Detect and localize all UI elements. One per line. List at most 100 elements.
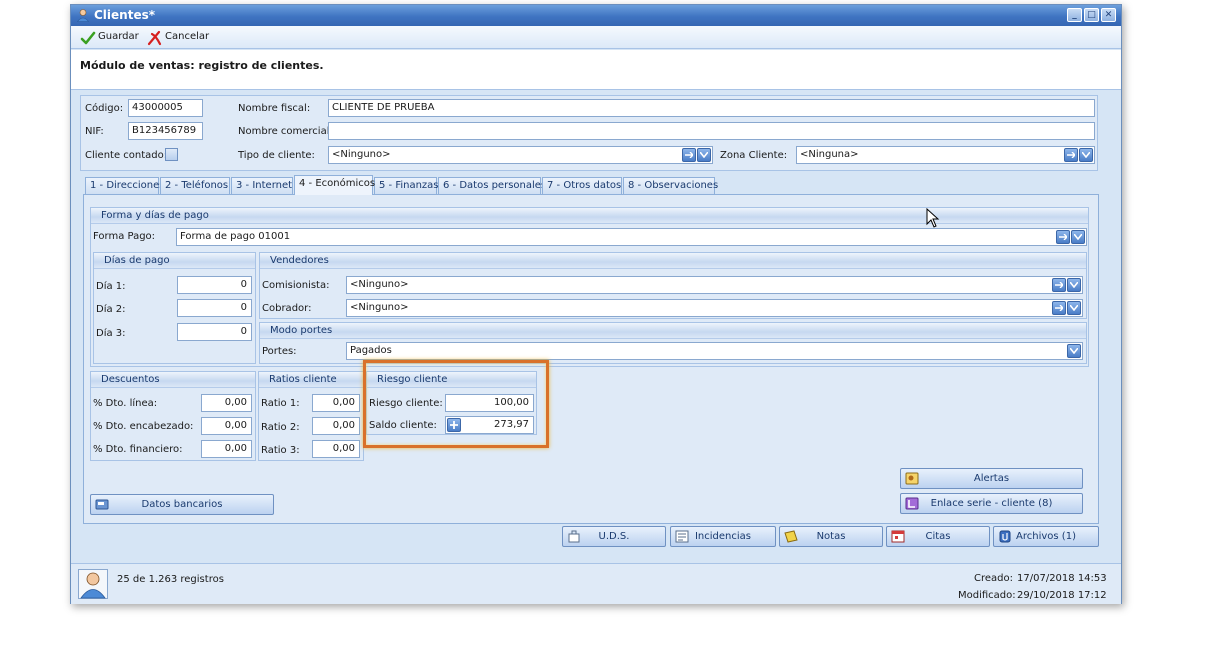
cliente-contado-checkbox[interactable] bbox=[165, 148, 178, 161]
avatar bbox=[78, 569, 108, 599]
dto-financiero-field[interactable]: 0,00 bbox=[201, 440, 252, 458]
incidencias-button[interactable]: Incidencias bbox=[670, 526, 776, 547]
notas-button[interactable]: Notas bbox=[779, 526, 883, 547]
lookup-icon[interactable] bbox=[1056, 230, 1070, 244]
modo-portes-header: Modo portes bbox=[260, 323, 1086, 339]
dto-encabezado-field[interactable]: 0,00 bbox=[201, 417, 252, 435]
citas-button[interactable]: Citas bbox=[886, 526, 990, 547]
dia3-label: Día 3: bbox=[96, 328, 126, 339]
cobrador-select[interactable]: <Ninguno> bbox=[346, 299, 1083, 317]
creado-label: Creado: bbox=[974, 573, 1013, 584]
chevron-down-icon[interactable] bbox=[1067, 301, 1081, 315]
nombre-fiscal-field[interactable]: CLIENTE DE PRUEBA bbox=[328, 99, 1095, 117]
archivos-button[interactable]: Archivos (1) bbox=[993, 526, 1099, 547]
tab-datos-personales[interactable]: 6 - Datos personales bbox=[438, 177, 546, 194]
alertas-button[interactable]: Alertas bbox=[900, 468, 1083, 489]
nif-field[interactable]: B123456789 bbox=[128, 122, 203, 140]
close-button[interactable]: ✕ bbox=[1101, 8, 1116, 22]
portes-select[interactable]: Pagados bbox=[346, 342, 1083, 360]
nombre-comercial-field[interactable] bbox=[328, 122, 1095, 140]
lookup-icon[interactable] bbox=[682, 148, 696, 162]
lookup-icon[interactable] bbox=[1052, 278, 1066, 292]
zona-cliente-select[interactable]: <Ninguna> bbox=[796, 146, 1095, 164]
riesgo-header: Riesgo cliente bbox=[367, 372, 536, 388]
riesgo-field[interactable]: 100,00 bbox=[445, 394, 534, 412]
saldo-label: Saldo cliente: bbox=[369, 420, 437, 431]
lookup-icon[interactable] bbox=[1064, 148, 1078, 162]
enlace-serie-button[interactable]: Enlace serie - cliente (8) bbox=[900, 493, 1083, 514]
tab-internet[interactable]: 3 - Internet bbox=[231, 177, 293, 194]
saldo-value: 273,97 bbox=[494, 419, 529, 430]
cancel-label: Cancelar bbox=[165, 31, 210, 42]
forma-pago-select[interactable]: Forma de pago 01001 bbox=[176, 228, 1087, 246]
clientes-window: Clientes* _ □ ✕ Guardar Cancelar Módulo … bbox=[70, 4, 1122, 604]
nombre-comercial-label: Nombre comercial: bbox=[238, 126, 333, 137]
comisionista-select[interactable]: <Ninguno> bbox=[346, 276, 1083, 294]
saldo-field[interactable]: 273,97 bbox=[445, 416, 534, 434]
ratio1-label: Ratio 1: bbox=[261, 398, 300, 409]
save-button[interactable]: Guardar bbox=[80, 30, 142, 46]
toolbar: Guardar Cancelar bbox=[71, 26, 1121, 49]
cobrador-value: <Ninguno> bbox=[350, 302, 409, 313]
tipo-cliente-label: Tipo de cliente: bbox=[238, 150, 315, 161]
maximize-button[interactable]: □ bbox=[1084, 8, 1099, 22]
chevron-down-icon[interactable] bbox=[1071, 230, 1085, 244]
codigo-label: Código: bbox=[85, 103, 124, 114]
descuentos-group: Descuentos % Dto. línea: 0,00 % Dto. enc… bbox=[90, 371, 256, 461]
ratio2-label: Ratio 2: bbox=[261, 422, 300, 433]
lookup-icon[interactable] bbox=[1052, 301, 1066, 315]
dia1-field[interactable]: 0 bbox=[177, 276, 252, 294]
incidencias-label: Incidencias bbox=[694, 531, 751, 542]
zona-cliente-label: Zona Cliente: bbox=[720, 150, 788, 161]
codigo-field[interactable]: 43000005 bbox=[128, 99, 203, 117]
chevron-down-icon[interactable] bbox=[1067, 278, 1081, 292]
dto-linea-field[interactable]: 0,00 bbox=[201, 394, 252, 412]
ratio3-field[interactable]: 0,00 bbox=[312, 440, 360, 458]
window-title: Clientes* bbox=[94, 8, 156, 22]
chevron-down-icon[interactable] bbox=[697, 148, 711, 162]
uds-label: U.D.S. bbox=[598, 531, 630, 542]
comisionista-value: <Ninguno> bbox=[350, 279, 409, 290]
ratios-header: Ratios cliente bbox=[259, 372, 363, 388]
ratio3-label: Ratio 3: bbox=[261, 445, 300, 456]
tab-otros-datos[interactable]: 7 - Otros datos bbox=[542, 177, 622, 194]
portes-label: Portes: bbox=[262, 346, 297, 357]
group-title: Forma y días de pago bbox=[101, 210, 209, 221]
cancel-icon bbox=[147, 30, 162, 46]
minimize-button[interactable]: _ bbox=[1067, 8, 1082, 22]
cancel-button[interactable]: Cancelar bbox=[147, 30, 217, 46]
chevron-down-icon[interactable] bbox=[1067, 344, 1081, 358]
dia2-label: Día 2: bbox=[96, 304, 126, 315]
tab-economicos[interactable]: 4 - Económicos bbox=[294, 175, 375, 195]
status-bar: 25 de 1.263 registros Creado: 17/07/2018… bbox=[71, 563, 1121, 604]
tab-finanzas[interactable]: 5 - Finanzas bbox=[374, 177, 439, 194]
vendedores-group: Vendedores Comisionista: <Ninguno> Cobra… bbox=[259, 252, 1087, 319]
cliente-contado-label: Cliente contado: bbox=[85, 150, 168, 161]
save-label: Guardar bbox=[98, 31, 139, 42]
title-bar[interactable]: Clientes* _ □ ✕ bbox=[71, 5, 1121, 26]
checkmark-icon bbox=[80, 31, 96, 45]
ratio1-field[interactable]: 0,00 bbox=[312, 394, 360, 412]
forma-pago-group: Forma y días de pago Forma Pago: Forma d… bbox=[90, 207, 1089, 367]
dia3-field[interactable]: 0 bbox=[177, 323, 252, 341]
vendedores-header: Vendedores bbox=[260, 253, 1086, 269]
minimize-icon: _ bbox=[1072, 10, 1077, 20]
tab-observaciones[interactable]: 8 - Observaciones bbox=[623, 177, 718, 194]
economicos-panel: Forma y días de pago Forma Pago: Forma d… bbox=[83, 194, 1099, 524]
chevron-down-icon[interactable] bbox=[1079, 148, 1093, 162]
dia2-field[interactable]: 0 bbox=[177, 299, 252, 317]
uds-button[interactable]: U.D.S. bbox=[562, 526, 666, 547]
nombre-fiscal-label: Nombre fiscal: bbox=[238, 103, 311, 114]
expand-icon[interactable] bbox=[447, 418, 461, 432]
group-title: Riesgo cliente bbox=[377, 374, 448, 385]
page-title: Módulo de ventas: registro de clientes. bbox=[80, 59, 324, 72]
dto-linea-label: % Dto. línea: bbox=[93, 398, 158, 409]
tab-direcciones[interactable]: 1 - Direcciones bbox=[85, 177, 164, 194]
datos-bancarios-button[interactable]: Datos bancarios bbox=[90, 494, 274, 515]
tipo-cliente-select[interactable]: <Ninguno> bbox=[328, 146, 713, 164]
group-title: Vendedores bbox=[270, 255, 329, 266]
ratios-group: Ratios cliente Ratio 1: 0,00 Ratio 2: 0,… bbox=[258, 371, 364, 461]
tab-telefonos[interactable]: 2 - Teléfonos bbox=[160, 177, 230, 194]
ratio2-field[interactable]: 0,00 bbox=[312, 417, 360, 435]
group-title: Días de pago bbox=[104, 255, 170, 266]
